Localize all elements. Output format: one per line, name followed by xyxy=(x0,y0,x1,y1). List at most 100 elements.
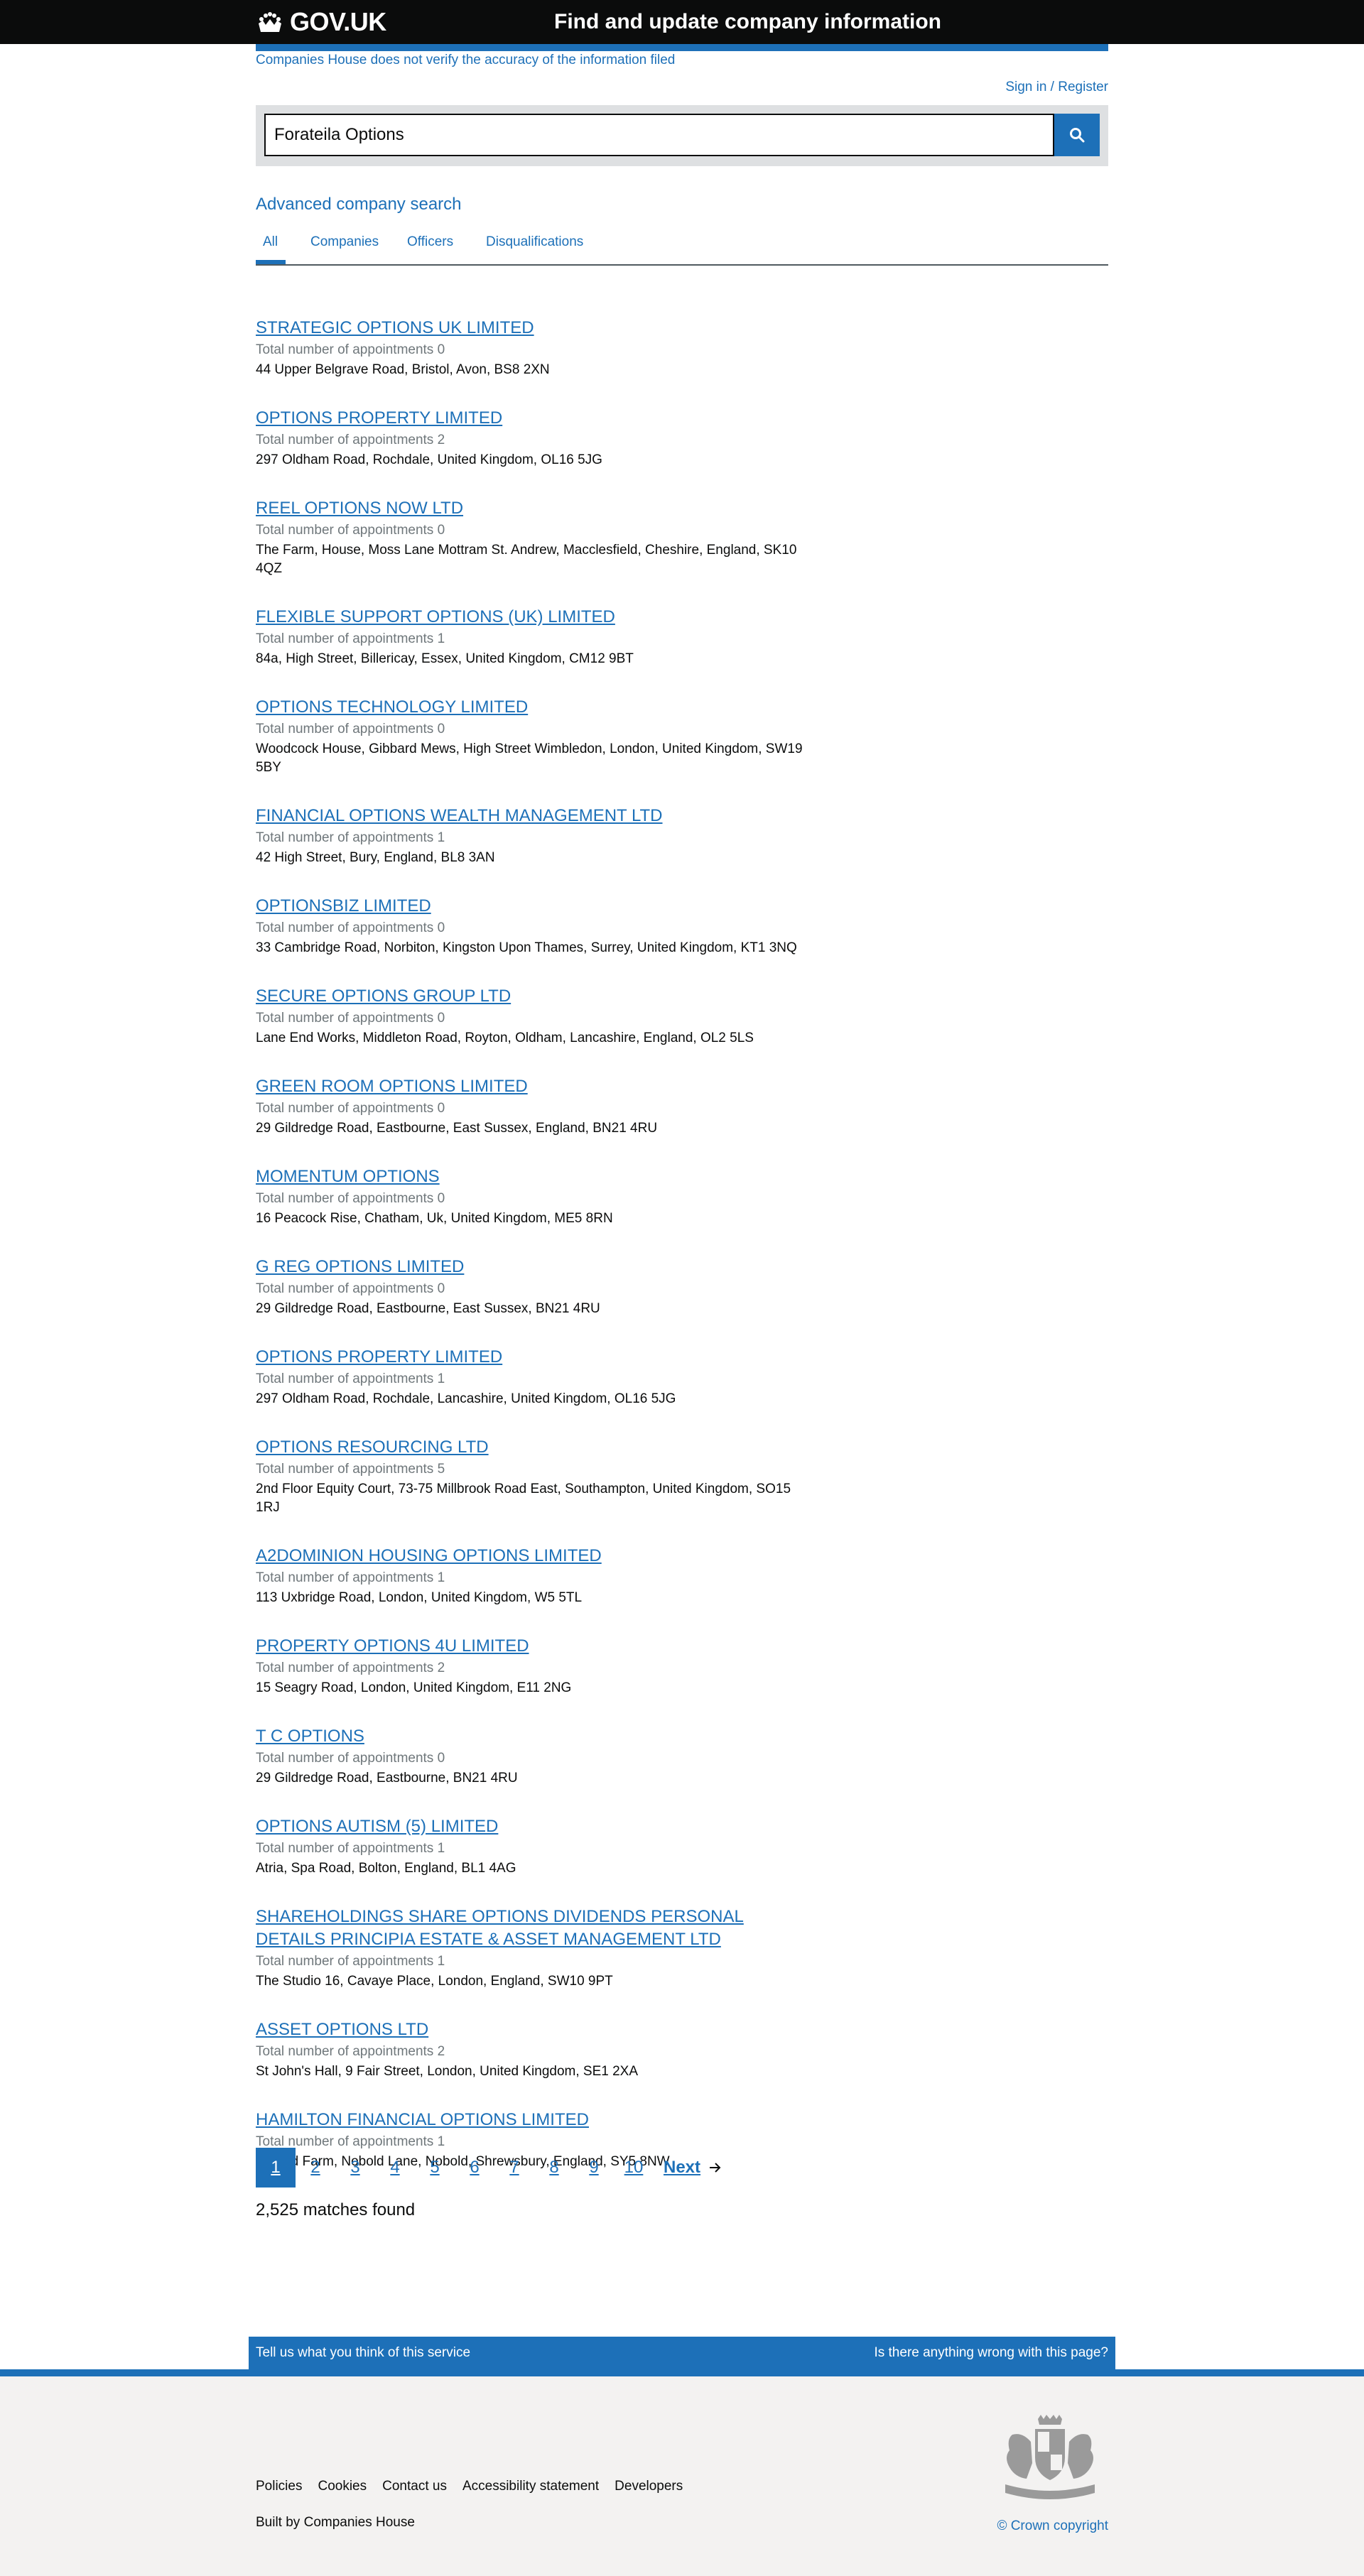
page-link-9[interactable]: 9 xyxy=(574,2148,614,2188)
result-title-link[interactable]: OPTIONSBIZ LIMITED xyxy=(256,895,810,918)
result-title-link[interactable]: SHAREHOLDINGS SHARE OPTIONS DIVIDENDS PE… xyxy=(256,1906,810,1951)
tab-disqualifications[interactable]: Disqualifications xyxy=(486,234,583,250)
result-item: FINANCIAL OPTIONS WEALTH MANAGEMENT LTD T… xyxy=(256,805,810,867)
result-item: FLEXIBLE SUPPORT OPTIONS (UK) LIMITED Tot… xyxy=(256,606,810,668)
footer-link-accessibility-statement[interactable]: Accessibility statement xyxy=(462,2479,599,2494)
result-appointments: Total number of appointments 1 xyxy=(256,631,445,646)
page-link-5[interactable]: 5 xyxy=(415,2148,455,2188)
result-appointments: Total number of appointments 0 xyxy=(256,1191,445,1206)
page-link-10[interactable]: 10 xyxy=(614,2148,654,2188)
result-title-link[interactable]: OPTIONS RESOURCING LTD xyxy=(256,1436,810,1459)
advanced-search-link[interactable]: Advanced company search xyxy=(256,195,462,214)
result-item: REEL OPTIONS NOW LTD Total number of appo… xyxy=(256,497,810,578)
tab-all[interactable]: All xyxy=(263,234,278,250)
result-address: Atria, Spa Road, Bolton, England, BL1 4A… xyxy=(256,1861,516,1876)
result-title-link[interactable]: HAMILTON FINANCIAL OPTIONS LIMITED xyxy=(256,2109,810,2131)
result-address: St John's Hall, 9 Fair Street, London, U… xyxy=(256,2064,639,2079)
result-title-link[interactable]: STRATEGIC OPTIONS UK LIMITED xyxy=(256,317,810,339)
result-title-link[interactable]: OPTIONS PROPERTY LIMITED xyxy=(256,1346,810,1369)
result-address: Woodcock House, Gibbard Mews, High Stree… xyxy=(256,741,803,775)
result-appointments: Total number of appointments 0 xyxy=(256,1101,445,1116)
search-input[interactable] xyxy=(264,114,1054,156)
result-address: 297 Oldham Road, Rochdale, United Kingdo… xyxy=(256,452,602,467)
result-appointments: Total number of appointments 1 xyxy=(256,1954,445,1969)
page-link-1[interactable]: 1 xyxy=(256,2148,296,2188)
feedback-link[interactable]: Tell us what you think of this service xyxy=(256,2345,470,2361)
result-address: 297 Oldham Road, Rochdale, Lancashire, U… xyxy=(256,1391,676,1406)
logo-text: GOV.UK xyxy=(290,7,386,36)
result-appointments: Total number of appointments 1 xyxy=(256,1371,445,1386)
result-appointments: Total number of appointments 5 xyxy=(256,1462,445,1477)
result-item: G REG OPTIONS LIMITED Total number of app… xyxy=(256,1256,810,1318)
tab-companies[interactable]: Companies xyxy=(310,234,379,250)
result-title-link[interactable]: T C OPTIONS xyxy=(256,1725,810,1748)
result-address: 33 Cambridge Road, Norbiton, Kingston Up… xyxy=(256,940,797,955)
page-link-3[interactable]: 3 xyxy=(335,2148,375,2188)
result-title-link[interactable]: ASSET OPTIONS LTD xyxy=(256,2018,810,2041)
result-address: 29 Gildredge Road, Eastbourne, East Suss… xyxy=(256,1301,600,1316)
search-results: STRATEGIC OPTIONS UK LIMITED Total number… xyxy=(256,317,810,2199)
next-page-link[interactable]: Next xyxy=(664,2158,722,2178)
feedback-bar: Tell us what you think of this service I… xyxy=(249,2337,1115,2369)
result-title-link[interactable]: OPTIONS PROPERTY LIMITED xyxy=(256,407,810,430)
page-link-6[interactable]: 6 xyxy=(455,2148,494,2188)
result-appointments: Total number of appointments 2 xyxy=(256,2044,445,2059)
built-by-link[interactable]: Companies House xyxy=(304,2515,415,2530)
result-item: T C OPTIONS Total number of appointments … xyxy=(256,1725,810,1788)
result-item: OPTIONS RESOURCING LTD Total number of ap… xyxy=(256,1436,810,1517)
search-icon xyxy=(1070,128,1085,143)
report-problem-link[interactable]: Is there anything wrong with this page? xyxy=(874,2345,1108,2361)
footer-link-developers[interactable]: Developers xyxy=(615,2479,683,2494)
service-name[interactable]: Find and update company information xyxy=(554,10,941,34)
page-link-8[interactable]: 8 xyxy=(534,2148,574,2188)
footer-link-cookies[interactable]: Cookies xyxy=(318,2479,367,2494)
active-tab-indicator xyxy=(256,260,286,264)
result-title-link[interactable]: FINANCIAL OPTIONS WEALTH MANAGEMENT LTD xyxy=(256,805,810,827)
result-title-link[interactable]: OPTIONS AUTISM (5) LIMITED xyxy=(256,1815,810,1838)
result-title-link[interactable]: OPTIONS TECHNOLOGY LIMITED xyxy=(256,696,810,719)
result-address: 29 Gildredge Road, Eastbourne, BN21 4RU xyxy=(256,1771,518,1786)
result-item: STRATEGIC OPTIONS UK LIMITED Total number… xyxy=(256,317,810,379)
result-address: 2nd Floor Equity Court, 73-75 Millbrook … xyxy=(256,1482,791,1515)
result-appointments: Total number of appointments 1 xyxy=(256,1841,445,1856)
result-tabs: All Companies Officers Disqualifications xyxy=(256,227,1108,266)
footer-link-contact-us[interactable]: Contact us xyxy=(382,2479,447,2494)
result-title-link[interactable]: GREEN ROOM OPTIONS LIMITED xyxy=(256,1075,810,1098)
govuk-logo-link[interactable]: GOV.UK xyxy=(256,7,386,37)
result-appointments: Total number of appointments 0 xyxy=(256,722,445,737)
footer-blue-bar xyxy=(0,2369,1364,2376)
result-title-link[interactable]: MOMENTUM OPTIONS xyxy=(256,1165,810,1188)
disclaimer-link[interactable]: Companies House does not verify the accu… xyxy=(256,53,675,68)
built-by-prefix: Built by xyxy=(256,2515,301,2530)
page-link-7[interactable]: 7 xyxy=(494,2148,534,2188)
result-address: 42 High Street, Bury, England, BL8 3AN xyxy=(256,850,495,865)
result-appointments: Total number of appointments 2 xyxy=(256,433,445,447)
footer-link-policies[interactable]: Policies xyxy=(256,2479,302,2494)
result-item: OPTIONS TECHNOLOGY LIMITED Total number o… xyxy=(256,696,810,777)
result-title-link[interactable]: A2DOMINION HOUSING OPTIONS LIMITED xyxy=(256,1545,810,1567)
result-title-link[interactable]: SECURE OPTIONS GROUP LTD xyxy=(256,985,810,1008)
result-title-link[interactable]: PROPERTY OPTIONS 4U LIMITED xyxy=(256,1635,810,1658)
page-link-4[interactable]: 4 xyxy=(375,2148,415,2188)
page-link-2[interactable]: 2 xyxy=(296,2148,335,2188)
result-appointments: Total number of appointments 1 xyxy=(256,830,445,845)
result-title-link[interactable]: REEL OPTIONS NOW LTD xyxy=(256,497,810,520)
result-title-link[interactable]: FLEXIBLE SUPPORT OPTIONS (UK) LIMITED xyxy=(256,606,810,629)
result-item: MOMENTUM OPTIONS Total number of appointm… xyxy=(256,1165,810,1228)
result-item: SECURE OPTIONS GROUP LTD Total number of … xyxy=(256,985,810,1048)
next-page-label: Next xyxy=(664,2158,701,2177)
footer-links: Policies Cookies Contact us Accessibility s… xyxy=(256,2479,698,2494)
search-button[interactable] xyxy=(1054,114,1100,156)
crown-copyright-link[interactable]: © Crown copyright xyxy=(997,2518,1108,2534)
result-address: The Farm, House, Moss Lane Mottram St. A… xyxy=(256,543,797,576)
result-title-link[interactable]: G REG OPTIONS LIMITED xyxy=(256,1256,810,1278)
result-item: OPTIONS PROPERTY LIMITED Total number of … xyxy=(256,1346,810,1408)
tab-officers[interactable]: Officers xyxy=(407,234,453,250)
site-footer: Policies Cookies Contact us Accessibility s… xyxy=(0,2376,1364,2576)
arrow-right-icon xyxy=(710,2163,721,2173)
site-header: GOV.UK Find and update company informati… xyxy=(0,0,1364,44)
sign-in-link[interactable]: Sign in / Register xyxy=(1005,80,1108,95)
result-item: OPTIONS AUTISM (5) LIMITED Total number o… xyxy=(256,1815,810,1878)
result-appointments: Total number of appointments 0 xyxy=(256,342,445,357)
result-item: GREEN ROOM OPTIONS LIMITED Total number o… xyxy=(256,1075,810,1138)
